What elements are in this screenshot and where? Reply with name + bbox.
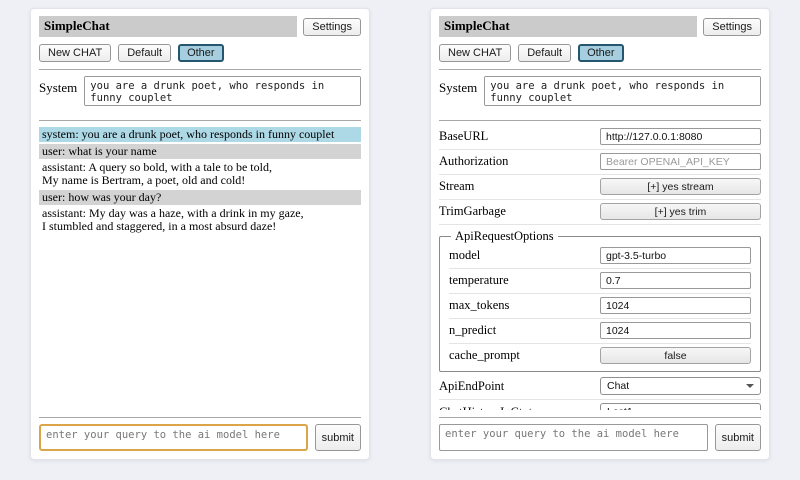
message-line: My name is Bertram, a poet, old and cold… [42, 174, 358, 187]
divider [439, 417, 761, 418]
submit-button[interactable]: submit [715, 424, 761, 451]
divider [39, 69, 361, 70]
setting-row-model: model [449, 244, 751, 269]
divider [39, 120, 361, 121]
query-input[interactable] [439, 424, 708, 451]
max-tokens-label: max_tokens [449, 298, 600, 313]
settings-button[interactable]: Settings [303, 18, 361, 36]
baseurl-label: BaseURL [439, 129, 600, 144]
message-line: system: you are a drunk poet, who respon… [42, 128, 358, 141]
message-line: user: what is your name [42, 145, 358, 158]
settings-button[interactable]: Settings [703, 18, 761, 36]
app-title: SimpleChat [439, 16, 697, 37]
chat-message-user: user: what is your name [39, 144, 361, 159]
setting-row-chat-history-in-ctxt: ChatHistoryInCtxt Last1 [439, 400, 761, 410]
system-label: System [39, 76, 77, 96]
titlebar-row: SimpleChat Settings [39, 16, 361, 37]
query-row: submit [39, 424, 361, 451]
message-line: user: how was your day? [42, 191, 358, 204]
chat-message-assistant: assistant: My day was a haze, with a dri… [39, 206, 361, 234]
new-chat-button[interactable]: New CHAT [439, 44, 511, 62]
query-bar: submit [439, 410, 761, 451]
chat-log: system: you are a drunk poet, who respon… [39, 127, 361, 410]
stream-toggle-button[interactable]: [+] yes stream [600, 178, 761, 195]
chat-panel: SimpleChat Settings New CHAT Default Oth… [30, 8, 370, 460]
setting-row-max-tokens: max_tokens [449, 294, 751, 319]
divider [439, 120, 761, 121]
settings-area: BaseURL Authorization Stream [+] yes str… [439, 125, 761, 410]
chat-message-user: user: how was your day? [39, 190, 361, 205]
session-button-other[interactable]: Other [178, 44, 224, 62]
query-bar: submit [39, 410, 361, 451]
session-row: New CHAT Default Other [439, 44, 761, 62]
setting-row-cache-prompt: cache_prompt false [449, 344, 751, 368]
setting-row-authorization: Authorization [439, 150, 761, 175]
session-button-other[interactable]: Other [578, 44, 624, 62]
setting-row-temperature: temperature [449, 269, 751, 294]
page: SimpleChat Settings New CHAT Default Oth… [0, 0, 800, 480]
authorization-input[interactable] [600, 153, 761, 170]
model-input[interactable] [600, 247, 751, 264]
session-row: New CHAT Default Other [39, 44, 361, 62]
trimgarbage-toggle-button[interactable]: [+] yes trim [600, 203, 761, 220]
temperature-label: temperature [449, 273, 600, 288]
app-title: SimpleChat [39, 16, 297, 37]
message-line: I stumbled and staggered, in a most absu… [42, 220, 358, 233]
stream-label: Stream [439, 179, 600, 194]
system-prompt-row: System you are a drunk poet, who respond… [39, 76, 361, 106]
system-label: System [439, 76, 477, 96]
setting-row-n-predict: n_predict [449, 319, 751, 344]
submit-button[interactable]: submit [315, 424, 361, 451]
settings-panel: SimpleChat Settings New CHAT Default Oth… [430, 8, 770, 460]
query-input[interactable] [39, 424, 308, 451]
trimgarbage-label: TrimGarbage [439, 204, 600, 219]
new-chat-button[interactable]: New CHAT [39, 44, 111, 62]
setting-row-stream: Stream [+] yes stream [439, 175, 761, 200]
api-endpoint-select[interactable]: Chat [600, 377, 761, 395]
setting-row-api-endpoint: ApiEndPoint Chat [439, 374, 761, 400]
system-prompt-row: System you are a drunk poet, who respond… [439, 76, 761, 106]
authorization-label: Authorization [439, 154, 600, 169]
system-prompt-input[interactable]: you are a drunk poet, who responds in fu… [484, 76, 761, 106]
model-label: model [449, 248, 600, 263]
n-predict-input[interactable] [600, 322, 751, 339]
chevron-down-icon [746, 384, 754, 388]
setting-row-trimgarbage: TrimGarbage [+] yes trim [439, 200, 761, 225]
titlebar-row: SimpleChat Settings [439, 16, 761, 37]
api-request-options-legend: ApiRequestOptions [451, 229, 558, 244]
divider [439, 69, 761, 70]
max-tokens-input[interactable] [600, 297, 751, 314]
session-button-default[interactable]: Default [118, 44, 171, 62]
chat-message-assistant: assistant: A query so bold, with a tale … [39, 160, 361, 188]
baseurl-input[interactable] [600, 128, 761, 145]
setting-row-baseurl: BaseURL [439, 125, 761, 150]
cache-prompt-toggle-button[interactable]: false [600, 347, 751, 364]
system-prompt-input[interactable]: you are a drunk poet, who responds in fu… [84, 76, 361, 106]
n-predict-label: n_predict [449, 323, 600, 338]
temperature-input[interactable] [600, 272, 751, 289]
chat-message-system: system: you are a drunk poet, who respon… [39, 127, 361, 142]
session-button-default[interactable]: Default [518, 44, 571, 62]
api-endpoint-label: ApiEndPoint [439, 379, 600, 394]
divider [39, 417, 361, 418]
query-row: submit [439, 424, 761, 451]
cache-prompt-label: cache_prompt [449, 348, 600, 363]
chat-history-in-ctxt-select[interactable]: Last1 [600, 403, 761, 410]
api-request-options-fieldset: ApiRequestOptions model temperature max_… [439, 229, 761, 372]
select-value: Chat [607, 380, 629, 392]
